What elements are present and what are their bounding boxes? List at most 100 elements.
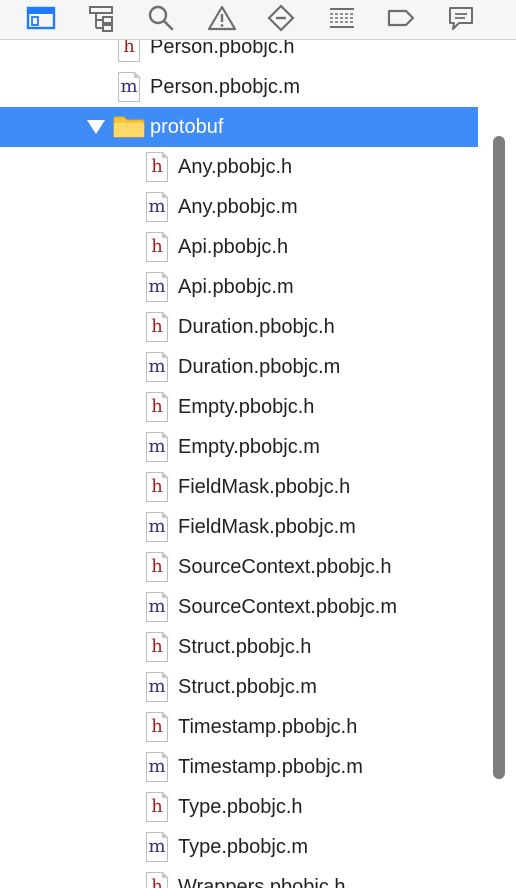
implementation-file-icon: m xyxy=(146,831,169,862)
file-name-label: Empty.pbobjc.m xyxy=(178,436,320,458)
file-name-label: Type.pbobjc.h xyxy=(178,796,303,818)
file-type-letter: m xyxy=(148,596,166,617)
file-type-letter: h xyxy=(151,156,163,177)
implementation-file-icon: m xyxy=(146,351,169,382)
implementation-file-icon: m xyxy=(118,71,141,102)
file-type-letter: h xyxy=(151,236,163,257)
file-name-label: FieldMask.pbobjc.m xyxy=(178,516,356,538)
file-type-letter: m xyxy=(148,196,166,217)
file-name-label: FieldMask.pbobjc.h xyxy=(178,476,351,498)
report-navigator-icon xyxy=(449,7,473,30)
folder-icon xyxy=(113,116,145,138)
file-type-letter: h xyxy=(151,716,163,737)
breakpoint-navigator-button[interactable] xyxy=(385,2,417,34)
header-file-icon: h xyxy=(146,391,169,422)
file-row[interactable]: m SourceContext.pbobjc.m xyxy=(0,587,478,627)
file-type-letter: h xyxy=(151,476,163,497)
file-name-label: Wrappers.pbobjc.h xyxy=(178,876,346,888)
project-navigator: h Person.pbobjc.h m Person.pbobjc.m protobuf… xyxy=(0,0,516,888)
file-type-letter: m xyxy=(148,676,166,697)
file-type-letter: m xyxy=(148,836,166,857)
header-file-icon: h xyxy=(146,311,169,342)
issue-navigator-button[interactable] xyxy=(206,2,238,34)
file-row[interactable]: h Timestamp.pbobjc.h xyxy=(0,707,478,747)
file-row[interactable]: h Wrappers.pbobjc.h xyxy=(0,867,478,888)
file-type-letter: h xyxy=(151,556,163,577)
implementation-file-icon: m xyxy=(146,191,169,222)
file-type-letter: h xyxy=(151,316,163,337)
file-row[interactable]: h Api.pbobjc.h xyxy=(0,227,478,267)
file-name-label: Api.pbobjc.m xyxy=(178,276,294,298)
debug-navigator-icon xyxy=(330,8,354,28)
disclosure-triangle-expanded-icon[interactable] xyxy=(87,120,105,134)
file-name-label: SourceContext.pbobjc.m xyxy=(178,596,398,618)
file-type-letter: m xyxy=(148,356,166,377)
find-navigator-button[interactable] xyxy=(145,2,177,34)
file-name-label: Duration.pbobjc.h xyxy=(178,316,335,338)
file-name-label: SourceContext.pbobjc.h xyxy=(178,556,392,578)
file-type-letter: h xyxy=(151,876,163,888)
implementation-file-icon: m xyxy=(146,431,169,462)
header-file-icon: h xyxy=(146,791,169,822)
implementation-file-icon: m xyxy=(146,271,169,302)
file-name-label: Api.pbobjc.h xyxy=(178,236,289,258)
file-type-letter: m xyxy=(148,276,166,297)
file-row[interactable]: h FieldMask.pbobjc.h xyxy=(0,467,478,507)
toolbar-divider xyxy=(0,39,516,40)
file-row[interactable]: m FieldMask.pbobjc.m xyxy=(0,507,478,547)
implementation-file-icon: m xyxy=(146,511,169,542)
file-row[interactable]: h Struct.pbobjc.h xyxy=(0,627,478,667)
find-navigator-icon xyxy=(148,5,174,31)
file-name-label: Empty.pbobjc.h xyxy=(178,396,315,418)
file-type-letter: h xyxy=(123,36,135,57)
file-type-letter: h xyxy=(151,396,163,417)
file-row[interactable]: m Duration.pbobjc.m xyxy=(0,347,478,387)
file-type-letter: m xyxy=(148,516,166,537)
test-navigator-button[interactable] xyxy=(265,2,297,34)
file-type-letter: m xyxy=(120,76,138,97)
implementation-file-icon: m xyxy=(146,671,169,702)
file-row[interactable]: m Struct.pbobjc.m xyxy=(0,667,478,707)
folder-label: protobuf xyxy=(150,116,224,138)
header-file-icon: h xyxy=(146,151,169,182)
file-name-label: Duration.pbobjc.m xyxy=(178,356,341,378)
file-name-label: Struct.pbobjc.h xyxy=(178,636,312,658)
file-row[interactable]: h SourceContext.pbobjc.h xyxy=(0,547,478,587)
file-name-label: Struct.pbobjc.m xyxy=(178,676,317,698)
symbol-navigator-icon xyxy=(89,6,113,32)
file-name-label: Person.pbobjc.m xyxy=(150,76,301,98)
implementation-file-icon: m xyxy=(146,751,169,782)
file-type-letter: h xyxy=(151,636,163,657)
breakpoint-navigator-icon xyxy=(387,9,415,27)
file-type-letter: m xyxy=(148,756,166,777)
file-row[interactable]: m Person.pbobjc.m xyxy=(0,67,478,107)
debug-navigator-button[interactable] xyxy=(326,2,358,34)
file-row[interactable]: h Type.pbobjc.h xyxy=(0,787,478,827)
file-name-label: Type.pbobjc.m xyxy=(178,836,309,858)
file-row[interactable]: h Duration.pbobjc.h xyxy=(0,307,478,347)
file-row[interactable]: m Timestamp.pbobjc.m xyxy=(0,747,478,787)
file-row[interactable]: m Any.pbobjc.m xyxy=(0,187,478,227)
scrollbar-thumb[interactable] xyxy=(493,136,505,779)
report-navigator-button[interactable] xyxy=(445,2,477,34)
file-name-label: Any.pbobjc.h xyxy=(178,156,293,178)
file-type-letter: h xyxy=(151,796,163,817)
file-row[interactable]: h Any.pbobjc.h xyxy=(0,147,478,187)
header-file-icon: h xyxy=(146,871,169,888)
implementation-file-icon: m xyxy=(146,591,169,622)
header-file-icon: h xyxy=(146,551,169,582)
folder-row-protobuf[interactable]: protobuf xyxy=(0,107,478,147)
file-name-label: Timestamp.pbobjc.m xyxy=(178,756,363,778)
file-type-letter: m xyxy=(148,436,166,457)
file-row[interactable]: m Type.pbobjc.m xyxy=(0,827,478,867)
project-navigator-icon xyxy=(26,6,56,30)
project-navigator-button[interactable] xyxy=(25,2,57,34)
file-tree: h Person.pbobjc.h m Person.pbobjc.m protobuf… xyxy=(0,0,480,888)
file-row[interactable]: m Empty.pbobjc.m xyxy=(0,427,478,467)
symbol-navigator-button[interactable] xyxy=(85,2,117,34)
file-row[interactable]: m Api.pbobjc.m xyxy=(0,267,478,307)
file-name-label: Timestamp.pbobjc.h xyxy=(178,716,358,738)
issue-navigator-icon xyxy=(207,5,237,31)
file-row[interactable]: h Empty.pbobjc.h xyxy=(0,387,478,427)
test-navigator-icon xyxy=(267,4,295,32)
